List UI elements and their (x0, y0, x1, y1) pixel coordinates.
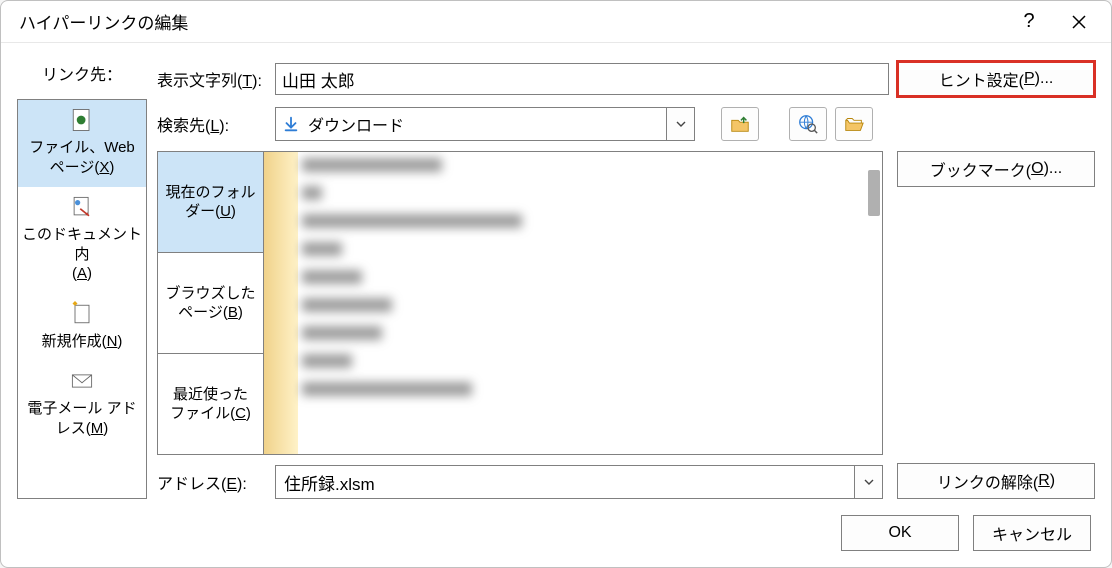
lookin-row: 検索先(L): ダウンロード (157, 107, 883, 141)
chevron-down-icon (864, 477, 874, 487)
dialog-footer: OK キャンセル (1, 511, 1111, 567)
file-list[interactable] (264, 152, 882, 454)
cancel-button[interactable]: キャンセル (973, 515, 1091, 551)
email-icon (68, 367, 96, 395)
browse-file-button[interactable] (835, 107, 873, 141)
document-place-icon (68, 193, 96, 221)
address-label: アドレス(E): (157, 470, 267, 494)
right-button-column: ブックマーク(O)... リンクの解除(R) (897, 107, 1095, 499)
chevron-down-icon (676, 119, 686, 129)
browse-tab-current-folder[interactable]: 現在のフォル ダー(U) (158, 152, 263, 252)
browse-tab-browsed-pages[interactable]: ブラウズした ページ(B) (158, 252, 263, 353)
lookin-value: ダウンロード (308, 112, 404, 136)
remove-link-button[interactable]: リンクの解除(R) (897, 463, 1095, 499)
up-one-level-button[interactable] (721, 107, 759, 141)
linkto-create-new[interactable]: 新規作成(N) (18, 294, 146, 362)
list-icon-stripe (264, 152, 298, 454)
dialog-body: リンク先： ファイル、Web ページ(X) (1, 43, 1111, 511)
linkto-email[interactable]: 電子メール アド レス(M) (18, 361, 146, 448)
linkto-place-in-doc[interactable]: このドキュメント内 (A) (18, 187, 146, 294)
folder-open-icon (843, 113, 865, 135)
titlebar: ハイパーリンクの編集 ? (1, 1, 1111, 43)
link-to-sidebar: リンク先： ファイル、Web ページ(X) (17, 61, 147, 499)
new-document-icon (68, 300, 96, 328)
blurred-file-names (298, 152, 882, 454)
download-arrow-icon (282, 115, 300, 133)
edit-hyperlink-dialog: ハイパーリンクの編集 ? リンク先： ファイル、Web ページ(X) (0, 0, 1112, 568)
bookmark-button[interactable]: ブックマーク(O)... (897, 151, 1095, 187)
display-text-row: 表示文字列(T): ヒント設定(P)... (157, 61, 1095, 97)
main-column: 表示文字列(T): ヒント設定(P)... 検索先(L): (157, 61, 1095, 499)
dialog-title: ハイパーリンクの編集 (19, 9, 188, 34)
address-value: 住所録.xlsm (276, 470, 854, 495)
screentip-button[interactable]: ヒント設定(P)... (897, 61, 1095, 97)
browse-tab-recent-files[interactable]: 最近使った ファイル(C) (158, 353, 263, 454)
file-web-icon (68, 106, 96, 134)
ok-button[interactable]: OK (841, 515, 959, 551)
folder-up-icon (729, 113, 751, 135)
close-icon (1071, 14, 1087, 30)
lookin-dropdown-button[interactable] (666, 108, 694, 140)
titlebar-actions: ? (1007, 6, 1101, 38)
display-text-input[interactable] (275, 63, 889, 95)
browse-area: 現在のフォル ダー(U) ブラウズした ページ(B) (157, 151, 883, 455)
address-row: アドレス(E): 住所録.xlsm (157, 465, 883, 499)
linkto-file-web[interactable]: ファイル、Web ページ(X) (18, 100, 146, 187)
address-combo[interactable]: 住所録.xlsm (275, 465, 883, 499)
link-to-panel: ファイル、Web ページ(X) このドキュメント内 (A) (17, 99, 147, 499)
browse-tabs: 現在のフォル ダー(U) ブラウズした ページ(B) (158, 152, 264, 454)
browse-web-button[interactable] (789, 107, 827, 141)
lookin-label: 検索先(L): (157, 112, 267, 136)
globe-search-icon (797, 113, 819, 135)
address-dropdown-button[interactable] (854, 466, 882, 498)
display-text-label: 表示文字列(T): (157, 67, 267, 91)
lookin-combo[interactable]: ダウンロード (275, 107, 695, 141)
help-button[interactable]: ? (1007, 6, 1051, 38)
file-list-scrollbar[interactable] (868, 170, 880, 216)
close-button[interactable] (1057, 6, 1101, 38)
link-to-label: リンク先： (17, 61, 147, 85)
